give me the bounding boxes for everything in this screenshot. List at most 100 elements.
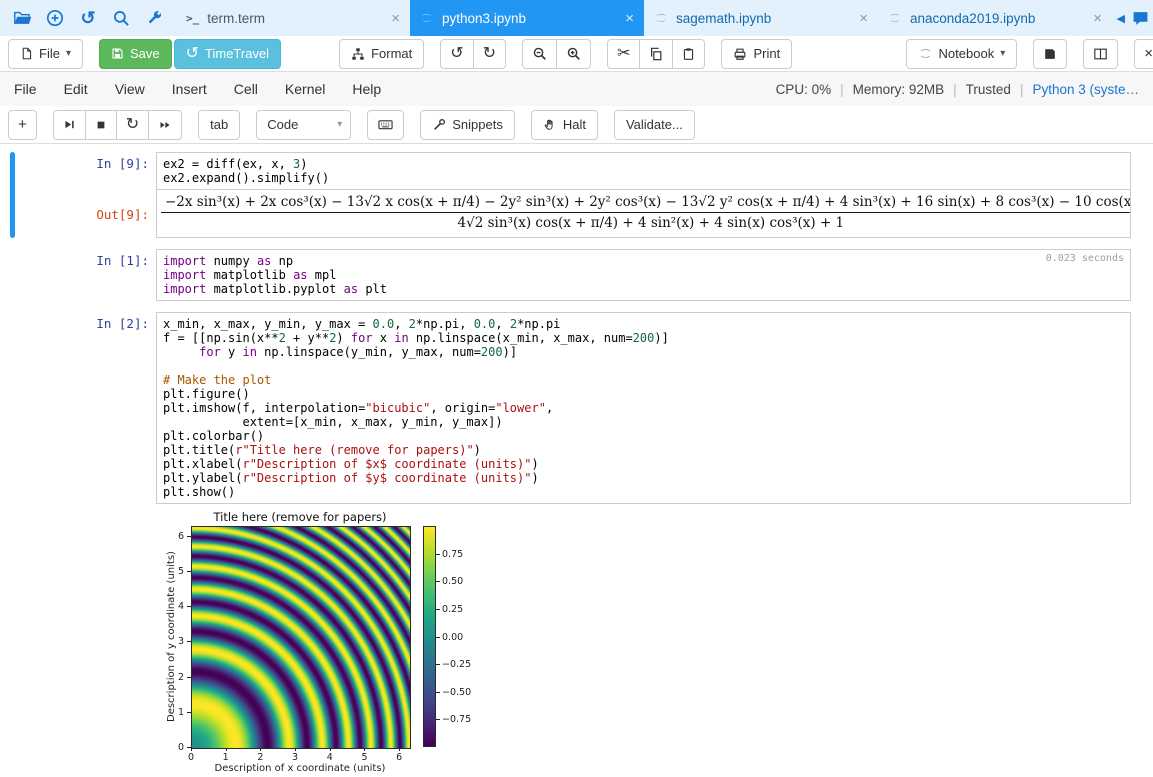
recent-files-button[interactable]: ↺ (76, 6, 100, 30)
cut-button[interactable]: ✂ (607, 39, 640, 69)
colorbar-tickmark (436, 719, 440, 720)
x-tick-label: 2 (252, 752, 268, 763)
zoom-in-button[interactable] (556, 39, 591, 69)
run-all-button[interactable] (148, 110, 182, 140)
y-tick-label: 1 (171, 707, 184, 718)
snippets-button[interactable]: Snippets (420, 110, 515, 140)
code-line (163, 359, 1124, 373)
file-icon (20, 46, 33, 61)
tab-label: python3.ipynb (442, 11, 526, 26)
caret-down-icon: ▾ (1000, 48, 1005, 59)
run-cell-button[interactable] (53, 110, 86, 140)
validate-button[interactable]: Validate... (614, 110, 695, 140)
halt-label: Halt (563, 117, 586, 132)
colorbar-tick-label: 0.00 (442, 632, 463, 643)
sitemap-icon (351, 47, 365, 61)
menu-file[interactable]: File (14, 81, 37, 97)
menu-kernel[interactable]: Kernel (285, 81, 325, 97)
copy-icon (649, 47, 663, 61)
overflow-button[interactable]: × (1134, 39, 1153, 69)
disk-button[interactable] (1033, 39, 1067, 69)
colorbar-tick-label: 0.50 (442, 576, 463, 587)
menu-edit[interactable]: Edit (64, 81, 88, 97)
notebook-menu-button[interactable]: Notebook ▾ (906, 39, 1018, 69)
code-editor[interactable]: x_min, x_max, y_min, y_max = 0.0, 2*np.p… (156, 312, 1131, 504)
cell-type-select[interactable]: Code ▾ (256, 110, 351, 140)
code-line: ex2 = diff(ex, x, 3) (163, 157, 1124, 171)
plus-circle-icon (46, 9, 64, 27)
keyboard-shortcuts-button[interactable] (367, 110, 404, 140)
zoom-out-icon (532, 46, 547, 61)
halt-button[interactable]: Halt (531, 110, 598, 140)
chat-icon[interactable] (1132, 10, 1149, 27)
close-icon[interactable]: × (1093, 11, 1102, 26)
insert-cell-button[interactable]: + (8, 110, 37, 140)
split-view-button[interactable] (1083, 39, 1118, 69)
menu-insert[interactable]: Insert (172, 81, 207, 97)
copy-button[interactable] (639, 39, 673, 69)
tab-anaconda2019-notebook[interactable]: anaconda2019.ipynb × (878, 0, 1112, 36)
print-button[interactable]: Print (721, 39, 792, 69)
restart-kernel-button[interactable]: ↻ (116, 110, 149, 140)
colorbar-tick-label: −0.25 (442, 659, 471, 670)
code-line: plt.xlabel(r"Description of $x$ coordina… (163, 457, 1124, 471)
colorbar-tick-label: 0.75 (442, 549, 463, 560)
format-button[interactable]: Format (339, 39, 424, 69)
jupyter-icon (420, 11, 434, 25)
cell-out-label: Out[9]: (0, 190, 156, 238)
colorbar-tick-label: 0.25 (442, 604, 463, 615)
stop-icon (95, 119, 107, 131)
y-tick-label: 5 (171, 566, 184, 577)
open-files-button[interactable] (10, 6, 34, 30)
tab-button-label: tab (210, 117, 228, 132)
file-menu-button[interactable]: File ▾ (8, 39, 83, 69)
disk-icon (1043, 47, 1057, 61)
new-file-button[interactable] (43, 6, 67, 30)
code-line: plt.figure() (163, 387, 1124, 401)
save-button[interactable]: Save (99, 39, 172, 69)
zoom-out-button[interactable] (522, 39, 557, 69)
separator: | (953, 82, 957, 97)
close-icon[interactable]: × (391, 11, 400, 26)
close-icon[interactable]: × (859, 11, 868, 26)
kernel-selector[interactable]: Python 3 (syste… (1032, 82, 1139, 97)
x-tickmark (330, 748, 331, 751)
tab-complete-button[interactable]: tab (198, 110, 240, 140)
find-files-button[interactable] (109, 6, 133, 30)
undo-button[interactable]: ↺ (440, 39, 473, 69)
redo-button[interactable]: ↻ (473, 39, 506, 69)
file-tab-bar: ↺ >_ term.term × python3.ipynb × sagemat… (0, 0, 1153, 36)
chevron-left-icon[interactable]: ◀ (1117, 12, 1125, 25)
menu-view[interactable]: View (115, 81, 145, 97)
timetravel-button[interactable]: ↺ TimeTravel (174, 39, 281, 69)
y-tick-label: 2 (171, 672, 184, 683)
tab-term[interactable]: >_ term.term × (176, 0, 410, 36)
interrupt-kernel-button[interactable] (85, 110, 117, 140)
paste-button[interactable] (672, 39, 705, 69)
colorbar-tickmark (436, 554, 440, 555)
separator: | (840, 82, 844, 97)
code-cell: In [2]: x_min, x_max, y_min, y_max = 0.0… (0, 312, 1131, 777)
code-editor[interactable]: ex2 = diff(ex, x, 3)ex2.expand().simplif… (156, 152, 1131, 190)
close-icon[interactable]: × (625, 11, 634, 26)
step-forward-icon (63, 118, 76, 131)
tab-sagemath-notebook[interactable]: sagemath.ipynb × (644, 0, 878, 36)
code-editor[interactable]: 0.023 seconds import numpy as npimport m… (156, 249, 1131, 301)
code-line: import matplotlib.pyplot as plt (163, 282, 1124, 296)
tools-icon (432, 118, 446, 132)
menu-help[interactable]: Help (352, 81, 381, 97)
cell-output: −2x sin³(x) + 2x cos³(x) − 13√2 x cos(x … (156, 190, 1131, 238)
menu-cell[interactable]: Cell (234, 81, 258, 97)
project-settings-button[interactable] (142, 6, 166, 30)
code-cell: In [9]: ex2 = diff(ex, x, 3)ex2.expand()… (0, 152, 1131, 238)
save-icon (111, 47, 124, 60)
colorbar-tick-label: −0.75 (442, 714, 471, 725)
y-tickmark (187, 536, 191, 537)
keyboard-icon (377, 117, 394, 132)
notebook-menu-label: Notebook (939, 46, 995, 61)
cell-type-value: Code (267, 117, 298, 132)
y-tickmark (187, 712, 191, 713)
status-area: CPU: 0% | Memory: 92MB | Trusted | Pytho… (776, 82, 1139, 97)
tab-python3-notebook[interactable]: python3.ipynb × (410, 0, 644, 36)
x-tickmark (260, 748, 261, 751)
